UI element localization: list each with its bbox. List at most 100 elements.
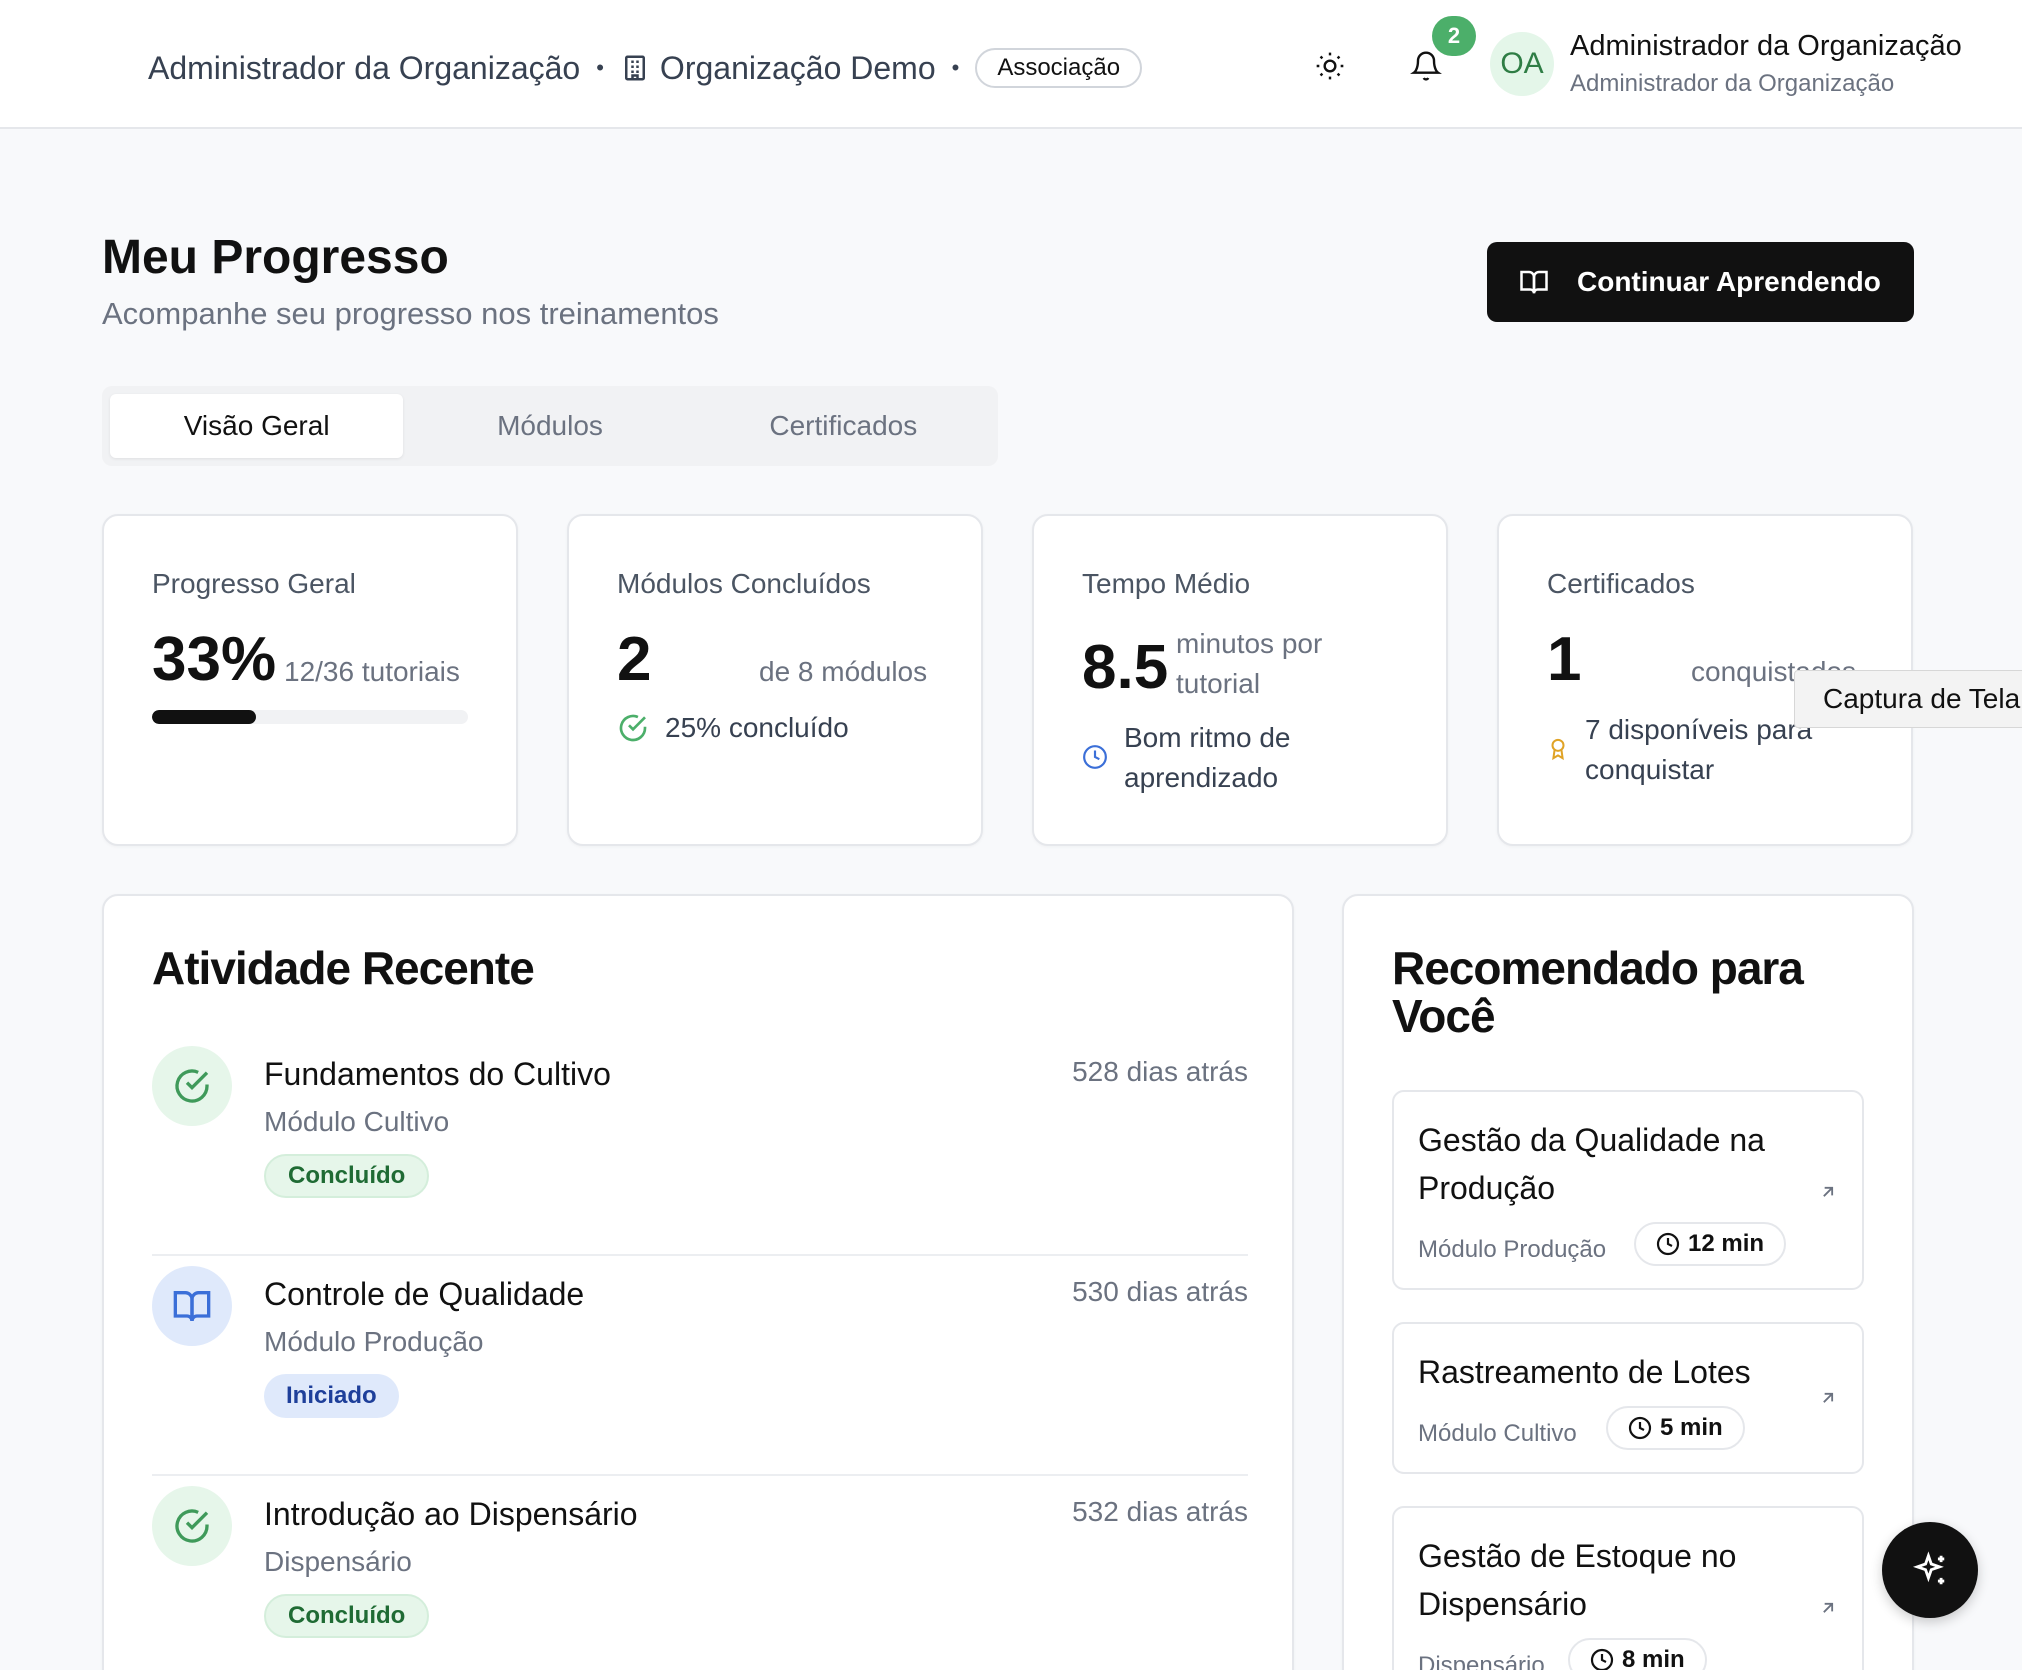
stat-card-time: Tempo Médio 8.5 minutos por tutorial Bom… — [1032, 514, 1448, 846]
clock-icon — [1628, 1416, 1652, 1440]
recent-activity-card: Atividade Recente Fundamentos do Cultivo… — [102, 894, 1294, 1670]
activity-item[interactable]: Controle de Qualidade Módulo Produção 53… — [152, 1256, 1248, 1476]
recommended-title-line: Gestão de Estoque no — [1418, 1538, 1737, 1574]
stat-value: 1 — [1547, 625, 1582, 694]
section-title: Atividade Recente — [152, 942, 535, 994]
duration-badge: 8 min — [1568, 1638, 1707, 1670]
activity-module: Módulo Produção — [264, 1326, 484, 1357]
status-badge: Iniciado — [264, 1374, 399, 1418]
duration-text: 8 min — [1622, 1646, 1685, 1670]
user-name: Administrador da Organização — [1570, 30, 1962, 62]
breadcrumb: Administrador da Organização • Organizaç… — [148, 44, 1143, 92]
stat-label: Progresso Geral — [152, 568, 356, 599]
activity-item[interactable]: Fundamentos do Cultivo Módulo Cultivo 52… — [152, 1036, 1248, 1256]
recommended-title: Rastreamento de Lotes — [1418, 1354, 1751, 1390]
duration-badge: 12 min — [1634, 1222, 1787, 1266]
recommended-title: Gestão da Qualidade na Produção — [1418, 1116, 1765, 1212]
tab-overview[interactable]: Visão Geral — [110, 394, 404, 458]
section-title-line: Recomendado para — [1392, 942, 1804, 994]
org-switcher[interactable]: Organização Demo — [620, 50, 936, 87]
activity-status-icon — [152, 1266, 232, 1346]
arrow-up-right-icon — [1823, 1392, 1834, 1403]
recommended-module: Módulo Produção — [1418, 1236, 1607, 1263]
tab-list: Visão Geral Módulos Certificados — [102, 386, 998, 466]
stat-card-modules: Módulos Concluídos 2 de 8 módulos 25% co… — [567, 514, 983, 846]
recommended-title: Gestão de Estoque no Dispensário — [1418, 1532, 1736, 1628]
section-title-line: Você — [1392, 990, 1496, 1042]
notification-count-badge: 2 — [1432, 16, 1476, 56]
stat-value: 2 — [617, 625, 652, 694]
stat-footer-text: conquistar — [1585, 754, 1715, 785]
stat-footer-text: Bom ritmo de — [1124, 722, 1291, 753]
status-badge: Concluído — [264, 1594, 430, 1638]
progress-bar — [152, 710, 468, 724]
ai-assistant-button[interactable] — [1882, 1522, 1978, 1618]
tab-modules[interactable]: Módulos — [403, 394, 696, 458]
arrow-up-right-icon — [1823, 1602, 1834, 1613]
recommended-item[interactable]: Rastreamento de Lotes Módulo Cultivo 5 m… — [1392, 1322, 1864, 1474]
award-icon — [1551, 738, 1565, 761]
stat-detail: minutos por tutorial — [1176, 624, 1322, 704]
plan-badge: Associação — [975, 48, 1143, 88]
stat-card-progress: Progresso Geral 33% 12/36 tutoriais — [102, 514, 518, 846]
stat-label: Certificados — [1547, 568, 1695, 599]
clock-icon — [1656, 1232, 1680, 1256]
stat-footer: 7 disponíveis para conquistar — [1547, 710, 1812, 790]
user-context: Administrador da Organização — [148, 49, 581, 86]
activity-module: Dispensário — [264, 1546, 412, 1577]
check-circle-icon — [175, 1509, 209, 1543]
recommended-title-line: Gestão da Qualidade na — [1418, 1122, 1765, 1158]
stat-footer: 25% concluído — [617, 712, 849, 744]
book-open-icon — [173, 1291, 211, 1322]
building-icon — [624, 55, 645, 81]
org-name: Organização Demo — [659, 49, 936, 86]
clock-icon — [1083, 745, 1107, 769]
screenshot-tooltip: Captura de Tela — [1794, 670, 2022, 728]
top-header: Administrador da Organização • Organizaç… — [0, 0, 2022, 129]
avatar[interactable]: OA — [1490, 32, 1554, 96]
recommended-title-line: Produção — [1418, 1170, 1555, 1206]
stat-footer-text: 7 disponíveis para — [1585, 714, 1813, 745]
activity-time: 528 dias atrás — [1072, 1056, 1248, 1087]
activity-time: 532 dias atrás — [1072, 1496, 1248, 1527]
check-circle-icon — [175, 1069, 209, 1103]
activity-item[interactable]: Introdução ao Dispensário Dispensário 53… — [152, 1476, 1248, 1670]
recommended-title-line: Dispensário — [1418, 1586, 1587, 1622]
stat-detail-line: minutos por — [1176, 628, 1323, 659]
section-title: Recomendado para Você — [1392, 942, 1804, 1042]
book-open-icon — [1520, 270, 1548, 294]
activity-time: 530 dias atrás — [1072, 1276, 1248, 1307]
page-title: Meu Progresso — [102, 231, 449, 284]
progress-bar-fill — [152, 710, 257, 724]
continue-learning-button[interactable]: Continuar Aprendendo — [1487, 242, 1914, 322]
stat-footer-text: 25% concluído — [665, 712, 849, 743]
activity-module: Módulo Cultivo — [264, 1106, 450, 1137]
stat-value: 8.5 — [1082, 633, 1169, 702]
recommended-card: Recomendado para Você Gestão da Qualidad… — [1342, 894, 1914, 1670]
duration-text: 12 min — [1688, 1230, 1765, 1257]
check-circle-icon — [619, 714, 647, 742]
recommended-item[interactable]: Gestão de Estoque no Dispensário Dispens… — [1392, 1506, 1864, 1670]
duration-text: 5 min — [1660, 1414, 1723, 1441]
activity-title: Introdução ao Dispensário — [264, 1496, 638, 1532]
separator-dot: • — [596, 55, 604, 80]
activity-status-icon — [152, 1486, 232, 1566]
stat-label: Tempo Médio — [1082, 568, 1251, 599]
tab-certificates[interactable]: Certificados — [697, 394, 990, 458]
page-subtitle: Acompanhe seu progresso nos treinamentos — [102, 296, 719, 331]
stat-footer-text: aprendizado — [1124, 762, 1279, 793]
arrow-up-right-icon — [1823, 1186, 1834, 1197]
user-role: Administrador da Organização — [1570, 70, 1895, 97]
stat-detail-line: tutorial — [1176, 668, 1261, 699]
recommended-module: Dispensário — [1418, 1652, 1545, 1670]
recommended-item[interactable]: Gestão da Qualidade na Produção Módulo P… — [1392, 1090, 1864, 1290]
recommended-module: Módulo Cultivo — [1418, 1420, 1577, 1447]
activity-title: Controle de Qualidade — [264, 1276, 585, 1312]
continue-learning-label: Continuar Aprendendo — [1577, 266, 1881, 297]
bell-icon — [1410, 51, 1442, 81]
activity-status-icon — [152, 1046, 232, 1126]
theme-toggle-button[interactable] — [1308, 44, 1352, 88]
separator-dot: • — [951, 55, 960, 80]
sparkles-icon — [1912, 1551, 1945, 1585]
stat-value: 33% — [152, 625, 277, 694]
